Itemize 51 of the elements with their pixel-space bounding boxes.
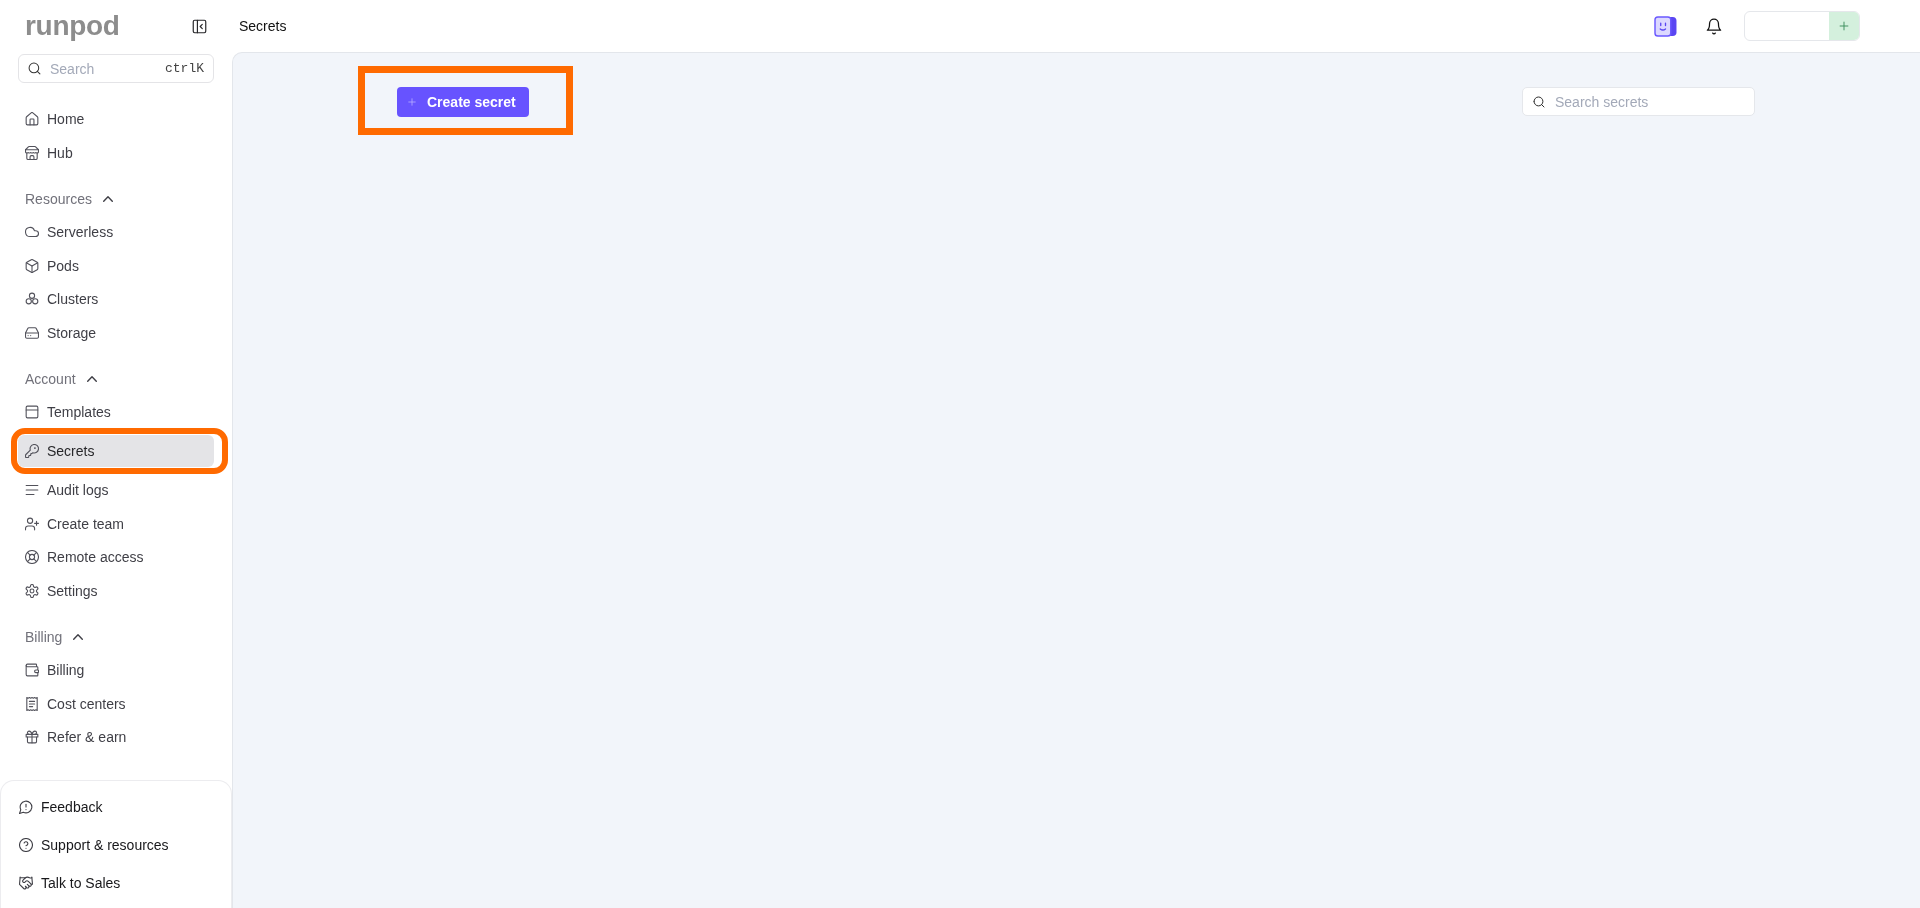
nav-item[interactable]: Hub [18, 136, 214, 169]
search-field[interactable]: Search secrets [1522, 87, 1755, 116]
layout-icon [25, 405, 39, 419]
user-plus-icon [25, 516, 39, 531]
page-title: Secrets [239, 18, 287, 34]
lifebuoy-icon [25, 550, 39, 564]
nav-item[interactable]: Settings [18, 574, 214, 607]
nav-item[interactable]: Refer & earn [18, 721, 214, 753]
handshake-icon [19, 876, 33, 890]
gift-icon [25, 730, 39, 744]
message-alert-icon [19, 800, 33, 814]
key-icon [25, 444, 39, 458]
nav-item[interactable]: Secrets [18, 435, 214, 467]
section-toggle[interactable]: Resources [18, 185, 120, 213]
drive-icon [25, 325, 39, 340]
nav-item[interactable]: Audit logs [18, 474, 214, 506]
wallet-icon [25, 663, 39, 677]
nav-item[interactable]: Create team [18, 507, 214, 540]
nav-item[interactable]: Home [18, 103, 214, 135]
section-toggle[interactable]: Account [18, 365, 104, 393]
footer-link[interactable]: Support & resources [14, 826, 218, 864]
footer-link[interactable]: Feedback [14, 788, 218, 826]
nav-item[interactable]: Templates [18, 396, 214, 428]
footer-link[interactable]: Talk to Sales [14, 864, 218, 902]
lines-icon [25, 483, 39, 497]
nav-item[interactable]: Cost centers [18, 687, 214, 720]
nav-item[interactable]: Serverless [18, 216, 214, 248]
nav-item[interactable]: Pods [18, 249, 214, 282]
nav-item[interactable]: Clusters [18, 283, 214, 315]
cloud-icon [25, 225, 39, 239]
plus-icon [407, 97, 417, 107]
sidebar-toggle-icon[interactable] [192, 18, 207, 34]
search-icon [28, 62, 41, 75]
nav-item[interactable]: Billing [18, 654, 214, 686]
nav-item[interactable]: Storage [18, 316, 214, 349]
help-icon [19, 838, 33, 852]
bell-icon[interactable] [1706, 17, 1722, 35]
receipt-icon [25, 696, 39, 711]
plus-icon [1838, 20, 1850, 32]
nav-item[interactable]: Remote access [18, 541, 214, 573]
robot-face-icon[interactable] [1654, 15, 1677, 37]
cube-icon [25, 258, 39, 273]
gear-icon [25, 583, 39, 598]
three-circles-icon [25, 292, 39, 306]
house-icon [25, 112, 39, 126]
section-toggle[interactable]: Billing [18, 623, 91, 651]
shortcut-hint: ctrlK [165, 61, 204, 76]
logo-text: runpod [25, 11, 120, 41]
create-button[interactable]: Create secret [397, 87, 529, 117]
storefront-icon [25, 145, 39, 160]
search-icon [1533, 95, 1545, 108]
